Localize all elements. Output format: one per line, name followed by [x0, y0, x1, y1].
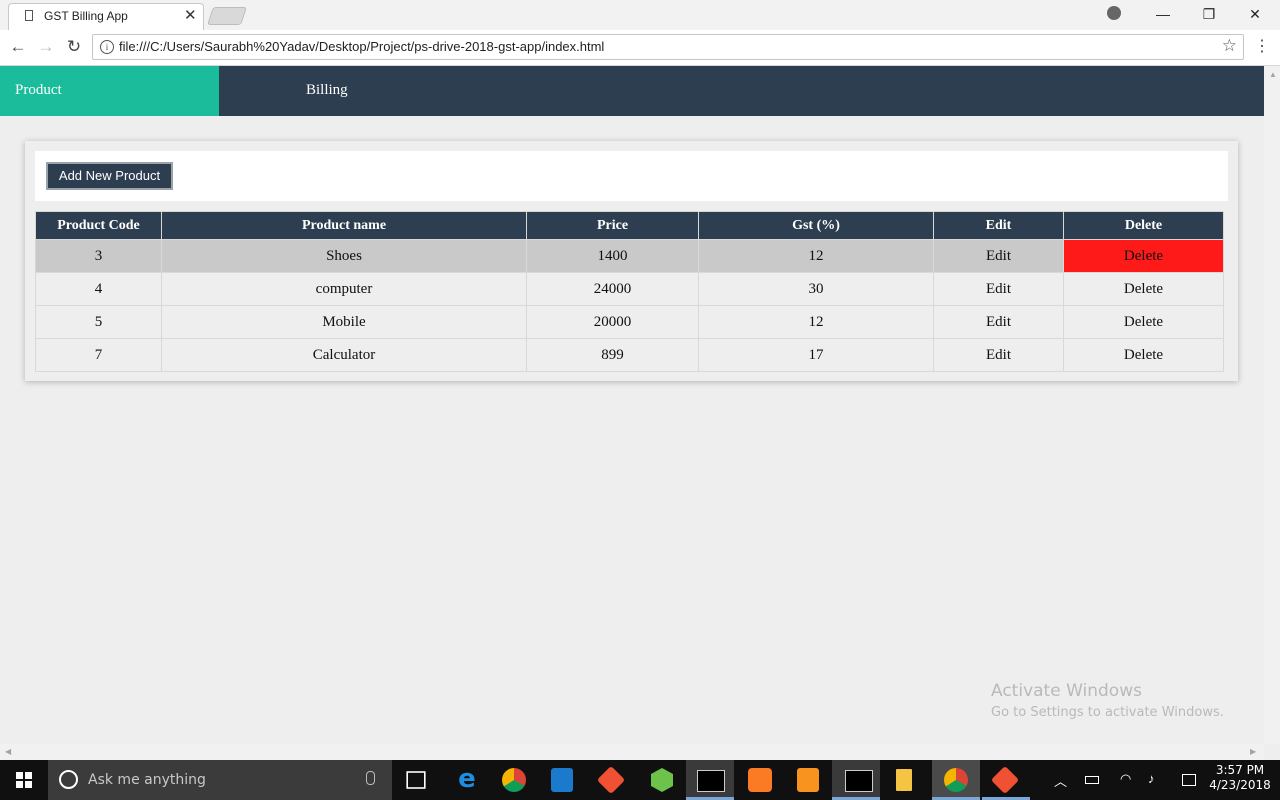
edit-button[interactable]: Edit: [933, 272, 1064, 306]
info-icon[interactable]: i: [100, 40, 114, 54]
cell-price: 899: [526, 338, 699, 372]
cell-gst: 12: [698, 239, 934, 273]
profile-icon[interactable]: [1107, 6, 1121, 20]
column-header-gst: Gst (%): [698, 211, 934, 240]
products-table: Product Code Product name Price Gst (%) …: [35, 211, 1224, 372]
wifi-icon[interactable]: ◠: [1120, 771, 1131, 787]
products-panel-header: Add New Product: [35, 151, 1228, 201]
column-header-product-name: Product name: [161, 211, 527, 240]
column-header-product-code: Product Code: [35, 211, 162, 240]
nodejs-icon[interactable]: [651, 768, 673, 792]
cell-product-name: Shoes: [161, 239, 527, 273]
chrome-icon[interactable]: [502, 768, 526, 792]
horizontal-scrollbar[interactable]: ◀ ▶: [0, 744, 1264, 760]
cell-gst: 17: [698, 338, 934, 372]
bookmark-star-icon[interactable]: ☆: [1222, 36, 1237, 56]
new-tab-button[interactable]: [207, 7, 247, 25]
clock-date: 4/23/2018: [1209, 778, 1271, 792]
cortana-icon: [59, 770, 78, 789]
watermark-subtitle: Go to Settings to activate Windows.: [991, 705, 1224, 720]
page-viewport: Product Billing Add New Product Product …: [0, 66, 1264, 744]
url-text[interactable]: file:///C:/Users/Saurabh%20Yadav/Desktop…: [119, 39, 604, 54]
delete-button[interactable]: Delete: [1063, 305, 1224, 339]
scroll-up-arrow-icon[interactable]: ▲: [1269, 70, 1277, 79]
task-view-icon[interactable]: [406, 771, 426, 789]
cmd-icon[interactable]: [697, 770, 725, 792]
file-explorer-icon[interactable]: [896, 769, 912, 791]
windows-logo-icon: [16, 772, 32, 788]
edge-icon[interactable]: e: [453, 766, 481, 794]
browser-toolbar: ← → ↻ i file:///C:/Users/Saurabh%20Yadav…: [0, 30, 1280, 66]
scroll-right-arrow-icon[interactable]: ▶: [1250, 747, 1256, 756]
app-navbar: Product Billing: [0, 66, 1264, 116]
cell-product-name: Mobile: [161, 305, 527, 339]
document-icon: [25, 10, 33, 21]
notifications-icon[interactable]: [1182, 774, 1196, 786]
forward-icon[interactable]: →: [35, 36, 57, 58]
windows-taskbar: Ask me anything e ︿ ◠ ♪ 3:57 PM 4/23/201…: [0, 760, 1280, 800]
address-bar[interactable]: i file:///C:/Users/Saurabh%20Yadav/Deskt…: [92, 34, 1244, 60]
cell-product-code: 4: [35, 272, 162, 306]
browser-tabstrip: GST Billing App ✕ — ❐ ✕: [0, 0, 1280, 30]
watermark-title: Activate Windows: [991, 681, 1142, 701]
cell-price: 1400: [526, 239, 699, 273]
taskbar-clock[interactable]: 3:57 PM 4/23/2018: [1208, 763, 1272, 793]
show-hidden-icons-icon[interactable]: ︿: [1054, 771, 1067, 790]
cell-gst: 30: [698, 272, 934, 306]
browser-tab[interactable]: GST Billing App ✕: [8, 3, 204, 30]
chrome-icon[interactable]: [944, 768, 968, 792]
delete-button[interactable]: Delete: [1063, 239, 1224, 273]
reload-icon[interactable]: ↻: [63, 36, 85, 58]
table-header-row: Product Code Product name Price Gst (%) …: [35, 211, 1224, 240]
start-button[interactable]: [0, 760, 48, 800]
clock-time: 3:57 PM: [1215, 763, 1265, 777]
column-header-delete: Delete: [1063, 211, 1224, 240]
volume-icon[interactable]: ♪: [1148, 771, 1155, 786]
vscode-icon[interactable]: [551, 768, 573, 792]
column-header-price: Price: [526, 211, 699, 240]
add-new-product-button[interactable]: Add New Product: [46, 162, 173, 190]
cmd-icon[interactable]: [845, 770, 873, 792]
cell-product-code: 3: [35, 239, 162, 273]
table-row: 7 Calculator 899 17 Edit Delete: [35, 338, 1224, 372]
sublime-icon[interactable]: [797, 768, 819, 792]
cortana-search-box[interactable]: Ask me anything: [48, 760, 392, 800]
microphone-icon[interactable]: [366, 771, 375, 785]
delete-button[interactable]: Delete: [1063, 338, 1224, 372]
browser-menu-icon[interactable]: ⋮: [1254, 36, 1270, 56]
minimize-button[interactable]: —: [1140, 2, 1186, 26]
table-row: 4 computer 24000 30 Edit Delete: [35, 272, 1224, 306]
edit-button[interactable]: Edit: [933, 239, 1064, 273]
nav-tab-billing[interactable]: Billing: [306, 66, 348, 116]
search-placeholder: Ask me anything: [88, 772, 206, 788]
tab-close-icon[interactable]: ✕: [184, 6, 197, 24]
cell-product-name: Calculator: [161, 338, 527, 372]
edit-button[interactable]: Edit: [933, 338, 1064, 372]
battery-icon[interactable]: [1085, 776, 1099, 784]
close-window-button[interactable]: ✕: [1232, 2, 1278, 26]
cell-gst: 12: [698, 305, 934, 339]
cell-product-name: computer: [161, 272, 527, 306]
edit-button[interactable]: Edit: [933, 305, 1064, 339]
nav-tab-product[interactable]: Product: [0, 66, 219, 116]
restore-button[interactable]: ❐: [1186, 2, 1232, 26]
cell-price: 20000: [526, 305, 699, 339]
cell-price: 24000: [526, 272, 699, 306]
delete-button[interactable]: Delete: [1063, 272, 1224, 306]
products-panel: Add New Product Product Code Product nam…: [25, 141, 1238, 381]
scroll-left-arrow-icon[interactable]: ◀: [5, 747, 11, 756]
tab-title: GST Billing App: [44, 9, 128, 23]
activate-windows-watermark: Activate Windows Go to Settings to activ…: [991, 681, 1224, 720]
table-row: 5 Mobile 20000 12 Edit Delete: [35, 305, 1224, 339]
git-icon[interactable]: [990, 765, 1020, 795]
column-header-edit: Edit: [933, 211, 1064, 240]
table-row: 3 Shoes 1400 12 Edit Delete: [35, 239, 1224, 273]
git-icon[interactable]: [596, 765, 626, 795]
vertical-scrollbar[interactable]: ▲: [1264, 66, 1280, 744]
cell-product-code: 5: [35, 305, 162, 339]
cell-product-code: 7: [35, 338, 162, 372]
xampp-icon[interactable]: [748, 768, 772, 792]
back-icon[interactable]: ←: [7, 36, 29, 58]
